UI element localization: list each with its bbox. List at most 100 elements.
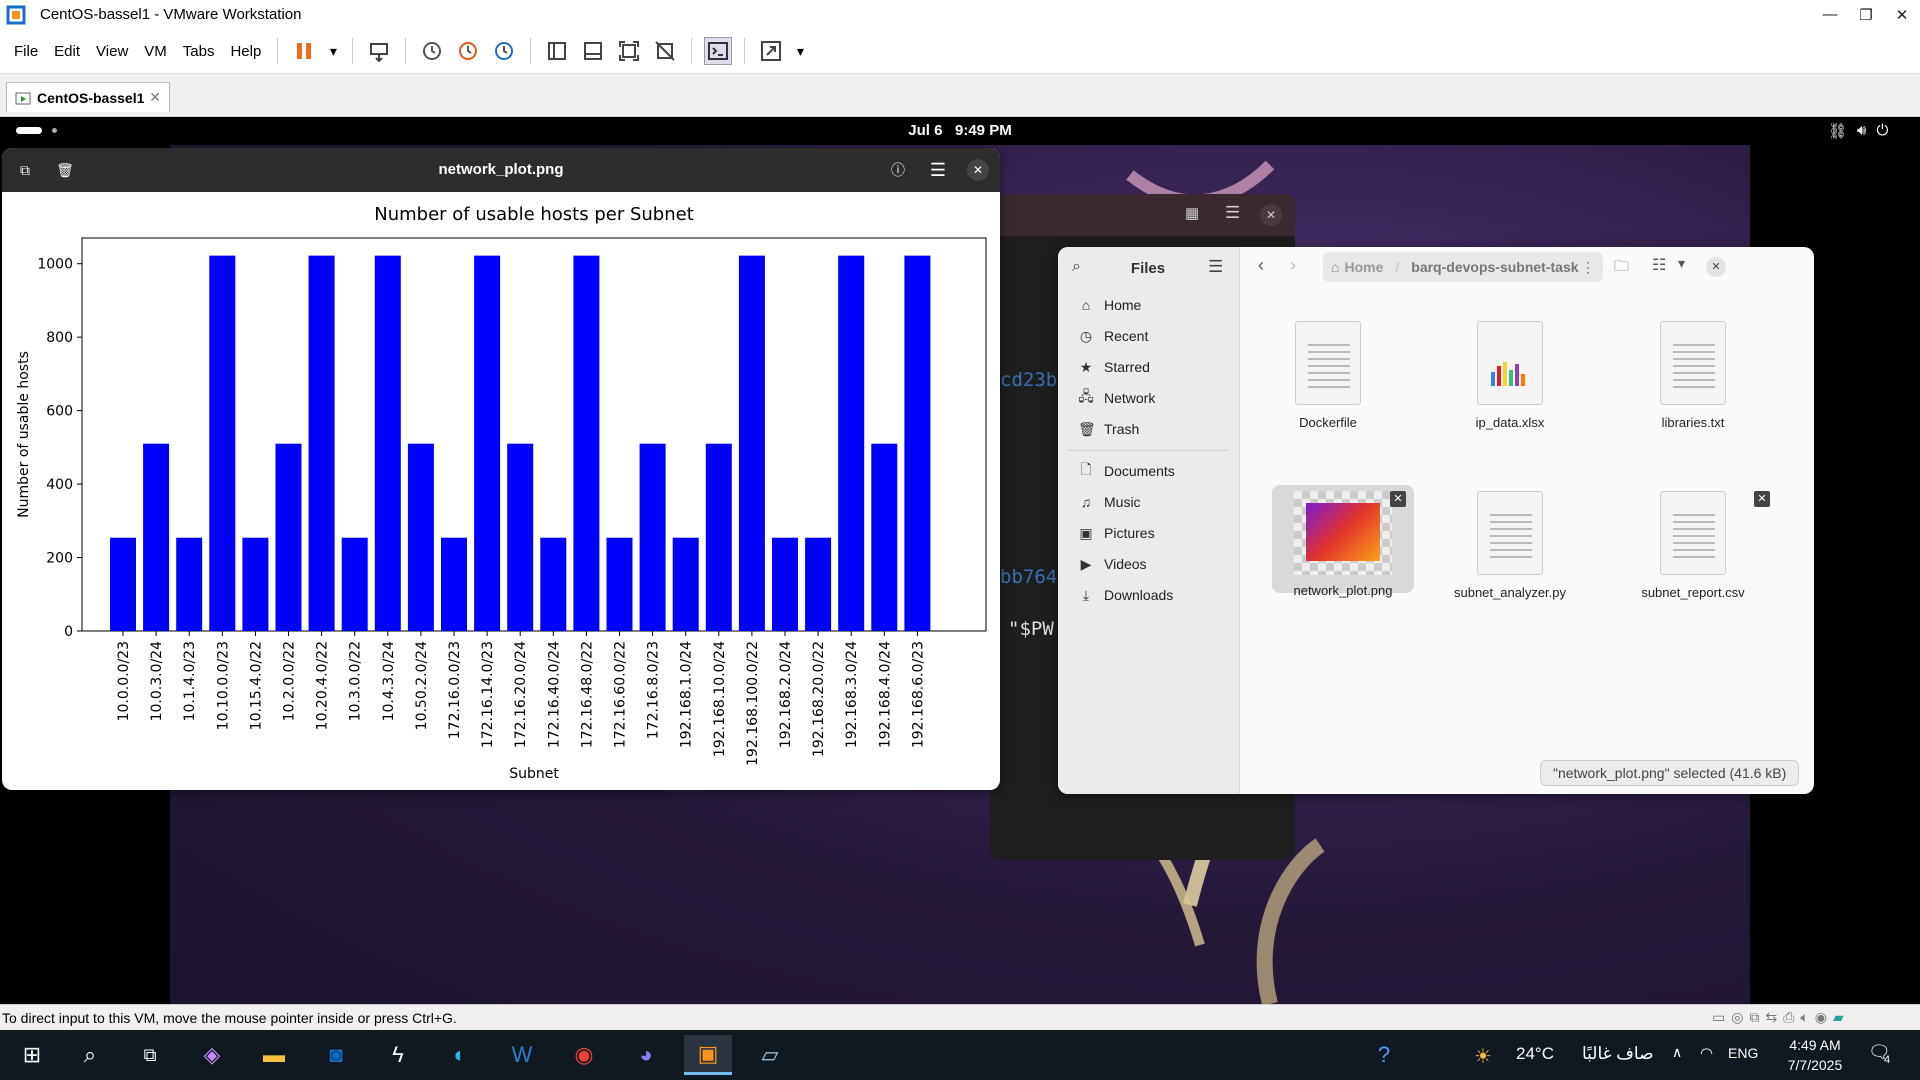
menu-file[interactable]: File	[6, 43, 46, 60]
new-folder-icon[interactable]: 🗀︎	[1614, 256, 1629, 281]
close-icon[interactable]: ✕	[964, 156, 992, 184]
printer-icon[interactable]: ⎙	[1783, 1009, 1794, 1026]
help-icon[interactable]: ?	[1360, 1035, 1408, 1075]
sidebar-item-documents[interactable]: 🗋︎ Documents	[1068, 456, 1233, 486]
sidebar-item-home[interactable]: ⌂ Home	[1068, 290, 1233, 320]
restore-button[interactable]: ❐	[1848, 6, 1884, 24]
network-adapter-icon[interactable]: ⧉	[1749, 1009, 1759, 1026]
system-status-area[interactable]: ⛓ 🔊︎ ⏻	[1828, 122, 1888, 140]
sound-icon[interactable]: 🔈︎	[1800, 1009, 1808, 1026]
file-item-dockerfile[interactable]: Dockerfile	[1253, 321, 1403, 430]
chevron-up-icon[interactable]: ∧	[1672, 1044, 1682, 1061]
file-item-network-plot[interactable]: network_plot.png	[1268, 491, 1418, 598]
chevron-down-icon[interactable]: ▾	[793, 37, 807, 65]
remove-thumbnail-icon[interactable]: ✕	[1390, 491, 1406, 507]
snapshot-icon[interactable]	[418, 37, 446, 65]
clock[interactable]: Jul 6 9:49 PM	[0, 122, 1920, 139]
sidebar-item-pictures[interactable]: ▣ Pictures	[1068, 518, 1233, 548]
sidebar-item-videos[interactable]: ▶ Videos	[1068, 549, 1233, 579]
sidebar-item-recent[interactable]: ◷ Recent	[1068, 321, 1233, 351]
files-window[interactable]: ⌕ Files ☰ ⌂ Home ◷ Recent ★ Starred 🖧︎ Netwo…	[1058, 247, 1814, 794]
info-icon[interactable]: ⓘ	[884, 156, 912, 184]
menu-view[interactable]: View	[88, 43, 136, 60]
cd-icon[interactable]: ◎	[1731, 1009, 1743, 1026]
revert-snapshot-icon[interactable]	[454, 37, 482, 65]
menu-vm[interactable]: VM	[136, 43, 175, 60]
task-view-icon[interactable]: ⧉	[126, 1035, 174, 1075]
remove-thumbnail-icon[interactable]: ✕	[1754, 491, 1770, 507]
sidebar-item-music[interactable]: ♫ Music	[1068, 487, 1233, 517]
device-icons[interactable]: ▭ ◎ ⧉ ⇆ ⎙ 🔈︎ ◉ ▰	[1712, 1009, 1844, 1026]
file-item-subnet-report[interactable]: subnet_report.csv	[1618, 491, 1768, 600]
unity-icon[interactable]	[651, 37, 679, 65]
path-bar[interactable]: ⌂ Home / barq-devops-subnet-task ⋮	[1323, 252, 1603, 282]
copilot-icon[interactable]: ◈	[188, 1035, 236, 1075]
weather-icon[interactable]: ☀	[1474, 1044, 1492, 1069]
menu-tabs[interactable]: Tabs	[175, 43, 223, 60]
back-icon[interactable]: ‹	[1258, 255, 1264, 276]
display-icon[interactable]: ◉	[1815, 1009, 1827, 1026]
path-current[interactable]: barq-devops-subnet-task	[1411, 259, 1578, 275]
file-explorer-icon[interactable]: ▬	[250, 1035, 298, 1075]
wifi-icon[interactable]: ◠	[1700, 1044, 1713, 1062]
vmware-menubar: File Edit View VM Tabs Help ▾ ▾	[0, 29, 1920, 73]
file-item-libraries[interactable]: libraries.txt	[1618, 321, 1768, 430]
menu-icon[interactable]: ☰	[1208, 257, 1223, 277]
grid-icon[interactable]: ▦	[1185, 204, 1199, 222]
snapshot-manager-icon[interactable]	[490, 37, 518, 65]
terminal-app-icon[interactable]: ϟ	[374, 1035, 422, 1075]
fullscreen-icon[interactable]	[615, 37, 643, 65]
thumbnail-view-icon[interactable]	[579, 37, 607, 65]
menu-icon[interactable]: ☰	[924, 156, 952, 184]
file-name: Dockerfile	[1299, 415, 1357, 430]
discord-icon[interactable]: ◕	[622, 1035, 670, 1075]
windows-start-icon[interactable]: ⊞	[8, 1035, 56, 1075]
chevron-down-icon[interactable]: ▾	[326, 37, 340, 65]
close-icon[interactable]: ✕	[1706, 257, 1726, 277]
hard-disk-icon[interactable]: ▭	[1712, 1009, 1725, 1026]
minimize-button[interactable]: —	[1812, 6, 1848, 24]
guest-screen[interactable]: Jul 6 9:49 PM ⛓ 🔊︎ ⏻ ▦ ☰ ✕ cd23b bb764 "…	[0, 117, 1920, 1004]
search-icon[interactable]: ⌕	[66, 1035, 114, 1075]
send-keys-icon[interactable]	[365, 37, 393, 65]
notepad-icon[interactable]: ▱	[746, 1035, 794, 1075]
path-home[interactable]: Home	[1344, 259, 1383, 275]
console-view-icon[interactable]	[704, 37, 733, 65]
menu-help[interactable]: Help	[222, 43, 269, 60]
menu-edit[interactable]: Edit	[46, 43, 88, 60]
vm-tab[interactable]: CentOS-bassel1 ✕	[6, 82, 170, 112]
close-button[interactable]: ✕	[1884, 6, 1920, 24]
notes-icon[interactable]: ▰	[1833, 1009, 1844, 1026]
pause-icon[interactable]	[290, 37, 318, 65]
sidebar-item-network[interactable]: 🖧︎ Network	[1068, 383, 1233, 413]
close-icon[interactable]: ✕	[1260, 204, 1282, 226]
tray-clock[interactable]: 4:49 AM 7/7/2025	[1780, 1035, 1850, 1075]
menu-icon[interactable]: ☰	[1225, 203, 1240, 223]
edge-icon[interactable]: ◐	[436, 1035, 484, 1075]
file-item-subnet-analyzer[interactable]: subnet_analyzer.py	[1435, 491, 1585, 600]
stretch-guest-icon[interactable]	[757, 37, 785, 65]
close-tab-icon[interactable]: ✕	[149, 89, 161, 106]
chevron-down-icon[interactable]: ▾	[1678, 255, 1685, 272]
sidebar-item-starred[interactable]: ★ Starred	[1068, 352, 1233, 382]
file-item-ip-data[interactable]: ip_data.xlsx	[1435, 321, 1585, 430]
path-menu-icon[interactable]: ⋮	[1581, 259, 1595, 276]
language-indicator[interactable]: ENG	[1728, 1045, 1758, 1061]
library-view-icon[interactable]	[543, 37, 571, 65]
list-view-icon[interactable]: ☷	[1652, 255, 1666, 275]
usb-icon[interactable]: ⇆	[1765, 1009, 1777, 1026]
weather-temp[interactable]: 24°C	[1516, 1044, 1554, 1064]
word-icon[interactable]: W	[498, 1035, 546, 1075]
sidebar-item-trash[interactable]: 🗑︎ Trash	[1068, 414, 1233, 444]
weather-text[interactable]: صاف غالبًا	[1582, 1044, 1654, 1064]
outlook-icon[interactable]: ◙	[312, 1035, 360, 1075]
copy-icon[interactable]: ⧉	[11, 156, 39, 184]
trash-icon[interactable]: 🗑︎	[51, 156, 79, 184]
image-viewer-window[interactable]: network_plot.png ⧉ 🗑︎ ⓘ ☰ ✕ Number of us…	[2, 148, 1000, 790]
search-icon[interactable]: ⌕	[1072, 258, 1081, 276]
chrome-icon[interactable]: ◉	[560, 1035, 608, 1075]
x-tick-label: 10.10.0.0/23	[215, 641, 231, 730]
forward-icon[interactable]: ›	[1290, 255, 1296, 276]
vmware-taskbar-icon[interactable]: ▣	[684, 1035, 732, 1075]
sidebar-item-downloads[interactable]: ⤓ Downloads	[1068, 580, 1233, 610]
